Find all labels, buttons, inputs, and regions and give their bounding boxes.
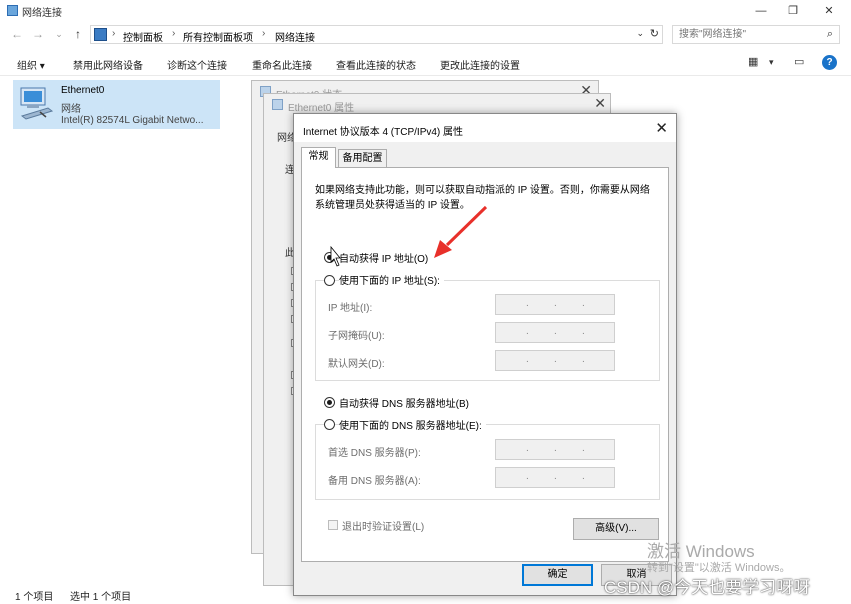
red-arrow-shaft [445,205,488,247]
item-count: 1 个项目 [15,592,54,603]
annotation-overlay [330,205,488,267]
mouse-cursor-icon [330,245,341,267]
csdn-watermark: CSDN @今天也要学习呀呀 [604,578,811,597]
tab-general[interactable]: 常规 [301,147,336,168]
selected-count: 选中 1 个项目 [70,592,132,603]
